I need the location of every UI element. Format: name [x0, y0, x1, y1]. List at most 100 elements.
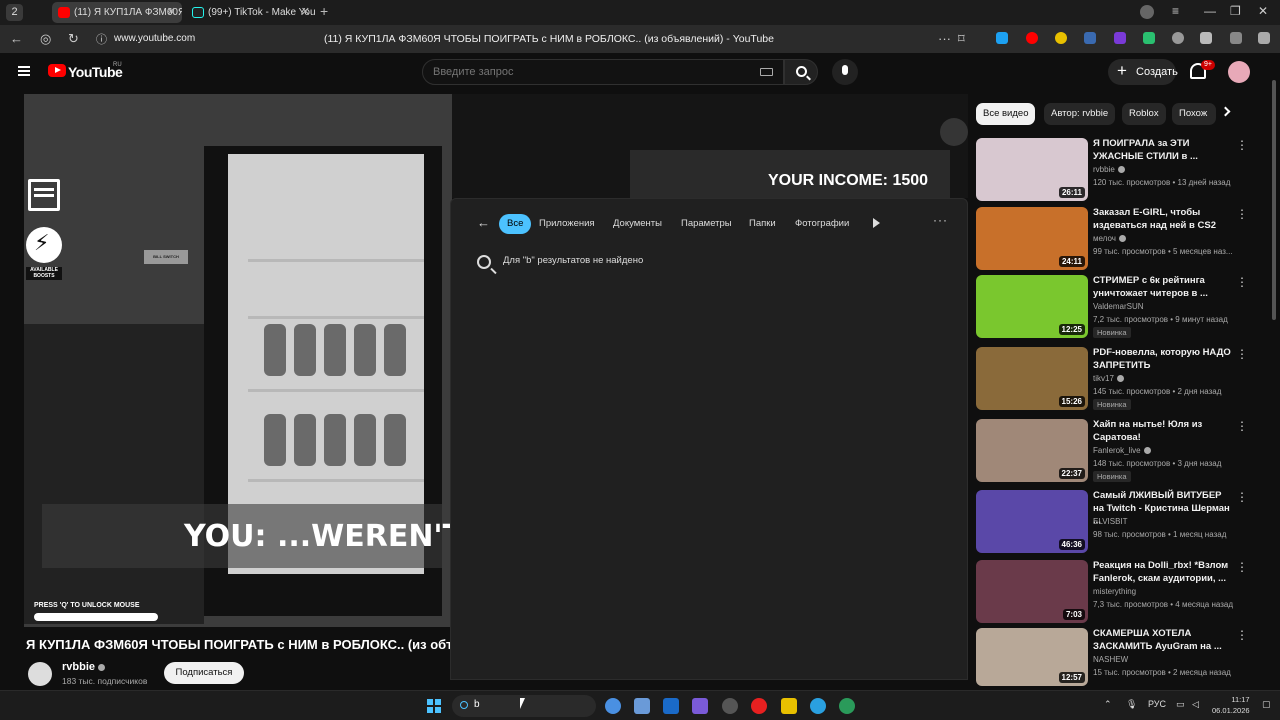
rec-channel[interactable]: misterything — [1093, 587, 1136, 596]
chip-roblox[interactable]: Roblox — [1122, 103, 1166, 125]
rec-title[interactable]: СТРИМЕР с 6к рейтинга уничтожает читеров… — [1093, 275, 1235, 300]
rec-title[interactable]: Я ПОИГРАЛА за ЭТИ УЖАСНЫЕ СТИЛИ в ... — [1093, 138, 1235, 163]
more-vertical-icon[interactable]: ⋮ — [1236, 490, 1248, 504]
rec-channel[interactable]: мелоч — [1093, 234, 1126, 243]
subscribe-button[interactable]: Подписаться — [164, 662, 244, 684]
microphone-icon[interactable]: 🎙 — [1126, 699, 1137, 710]
extension-icon[interactable] — [996, 32, 1008, 44]
rec-title[interactable]: Реакция на Dolli_rbx! *Взлом Fanlerok, с… — [1093, 560, 1235, 585]
rec-channel[interactable]: ELVISBIT — [1093, 517, 1128, 526]
chevron-up-icon[interactable]: ⌃ — [1104, 699, 1112, 710]
minimize-icon[interactable]: — — [1204, 4, 1216, 18]
tab-documents[interactable]: Документы — [613, 214, 662, 234]
extension-icon[interactable] — [1230, 32, 1242, 44]
extension-icon[interactable] — [1172, 32, 1184, 44]
tab-all[interactable]: Все — [499, 214, 532, 234]
chip-all-videos[interactable]: Все видео — [976, 103, 1036, 125]
more-vertical-icon[interactable]: ⋮ — [1236, 560, 1248, 574]
bookmark-icon[interactable]: ⌑ — [958, 31, 965, 47]
channel-name[interactable]: rvbbie — [62, 661, 106, 673]
close-tab-icon[interactable]: ✕ — [301, 2, 310, 23]
recommendation-item[interactable]: 7:03 Реакция на Dolli_rbx! *Взлом Fanler… — [976, 560, 1256, 626]
recommendation-item[interactable]: 26:11 Я ПОИГРАЛА за ЭТИ УЖАСНЫЕ СТИЛИ в … — [976, 138, 1256, 204]
recommendation-item[interactable]: 15:26 PDF-новелла, которую НАДО ЗАПРЕТИТ… — [976, 347, 1256, 413]
video-thumbnail[interactable]: 22:37 — [976, 419, 1088, 482]
recommendation-item[interactable]: 12:57 СКАМЕРША ХОТЕЛА ЗАСКАМИТЬ AyuGram … — [976, 628, 1256, 694]
scrollbar-thumb[interactable] — [1272, 80, 1276, 320]
rec-channel[interactable]: Fanlerok_live — [1093, 446, 1151, 455]
rec-channel[interactable]: rvbbie — [1093, 165, 1125, 174]
rec-title[interactable]: Заказал E-GIRL, чтобы издеваться над ней… — [1093, 207, 1235, 232]
keyboard-icon[interactable] — [760, 68, 773, 76]
youtube-logo-icon[interactable] — [48, 64, 66, 77]
chip-similar[interactable]: Похож — [1172, 103, 1216, 125]
close-window-icon[interactable]: ✕ — [1258, 4, 1268, 18]
extension-icon[interactable] — [1143, 32, 1155, 44]
app-icon[interactable] — [722, 698, 738, 714]
recommendation-item[interactable]: 22:37 Хайп на нытье! Юля из Саратова! Fa… — [976, 419, 1256, 485]
hamburger-menu-icon[interactable] — [18, 66, 30, 76]
yandex-app-icon[interactable] — [751, 698, 767, 714]
close-tab-icon[interactable]: ✕ — [167, 2, 176, 23]
more-vertical-icon[interactable]: ⋮ — [1236, 275, 1248, 289]
site-info-icon[interactable]: ⓘ — [96, 31, 107, 47]
extension-icon[interactable] — [1084, 32, 1096, 44]
video-thumbnail[interactable]: 15:26 — [976, 347, 1088, 410]
home-icon[interactable]: ◎ — [40, 31, 51, 47]
back-icon[interactable]: ← — [10, 31, 23, 46]
language-indicator[interactable]: РУС — [1148, 699, 1166, 709]
recommendation-item[interactable]: 12:25 СТРИМЕР с 6к рейтинга уничтожает ч… — [976, 275, 1256, 341]
telegram-app-icon[interactable] — [810, 698, 826, 714]
tab-photos[interactable]: Фотографии — [795, 214, 849, 234]
recommendation-item[interactable]: 24:11 Заказал E-GIRL, чтобы издеваться н… — [976, 207, 1256, 273]
store-app-icon[interactable] — [663, 698, 679, 714]
video-thumbnail[interactable]: 46:36 — [976, 490, 1088, 553]
extension-icon[interactable] — [1114, 32, 1126, 44]
more-vertical-icon[interactable]: ⋮ — [1236, 419, 1248, 433]
clock[interactable]: 11:17 06.01.2026 — [1212, 694, 1250, 716]
more-vertical-icon[interactable]: ⋮ — [1236, 628, 1248, 642]
video-thumbnail[interactable]: 12:57 — [976, 628, 1088, 686]
tab-youtube[interactable]: (11) Я КУП1ЛА ФЗМ60Я ✕ — [52, 2, 182, 23]
extension-icon[interactable] — [1055, 32, 1067, 44]
tab-count-badge[interactable]: 2 — [6, 4, 23, 21]
rec-title[interactable]: PDF-новелла, которую НАДО ЗАПРЕТИТЬ — [1093, 347, 1235, 372]
more-vertical-icon[interactable]: ⋮ — [1236, 138, 1248, 152]
avatar[interactable] — [1228, 61, 1250, 83]
extension-icon[interactable] — [1200, 32, 1212, 44]
create-button[interactable]: Создать — [1108, 58, 1178, 85]
profile-icon[interactable] — [1140, 5, 1154, 19]
rec-channel[interactable]: ValdemarSUN — [1093, 302, 1144, 311]
recommendation-item[interactable]: 46:36 Самый ЛЖИВЫЙ ВИТУБЕР на Twitch - К… — [976, 490, 1256, 556]
video-thumbnail[interactable]: 24:11 — [976, 207, 1088, 270]
rec-channel[interactable]: NASHEW — [1093, 655, 1128, 664]
search-button[interactable] — [784, 59, 818, 85]
app-icon[interactable] — [781, 698, 797, 714]
maximize-icon[interactable]: ❐ — [1230, 4, 1241, 18]
more-vertical-icon[interactable]: ⋮ — [1236, 347, 1248, 361]
more-icon[interactable]: ··· — [938, 31, 951, 46]
chip-author[interactable]: Автор: rvbbie — [1044, 103, 1116, 125]
new-tab-button[interactable]: + — [320, 3, 328, 19]
tab-folders[interactable]: Папки — [749, 214, 776, 234]
menu-icon[interactable]: ≡ — [1172, 4, 1179, 18]
windows-start-icon[interactable] — [427, 699, 441, 713]
rec-channel[interactable]: tikv17 — [1093, 374, 1124, 383]
more-vertical-icon[interactable]: ⋮ — [1236, 207, 1248, 221]
search-box[interactable] — [422, 59, 784, 85]
volume-icon[interactable]: ◁ — [1192, 699, 1199, 710]
app-icon[interactable] — [839, 698, 855, 714]
reload-icon[interactable]: ↻ — [68, 31, 79, 47]
extension-icon[interactable] — [1026, 32, 1038, 44]
search-input[interactable] — [433, 64, 753, 80]
more-options-icon[interactable]: ··· — [933, 213, 948, 227]
back-arrow-icon[interactable]: ← — [477, 215, 490, 230]
tab-tiktok[interactable]: (99+) TikTok - Make Your D ✕ — [186, 2, 316, 23]
rec-title[interactable]: СКАМЕРША ХОТЕЛА ЗАСКАМИТЬ AyuGram на ... — [1093, 628, 1235, 653]
download-icon[interactable] — [1258, 32, 1270, 44]
chrome-app-icon[interactable] — [605, 698, 621, 714]
notification-icon[interactable]: ▢ — [1262, 699, 1271, 710]
tab-apps[interactable]: Приложения — [539, 214, 595, 234]
scroll-tabs-icon[interactable] — [873, 218, 880, 228]
rec-title[interactable]: Хайп на нытье! Юля из Саратова! — [1093, 419, 1235, 444]
